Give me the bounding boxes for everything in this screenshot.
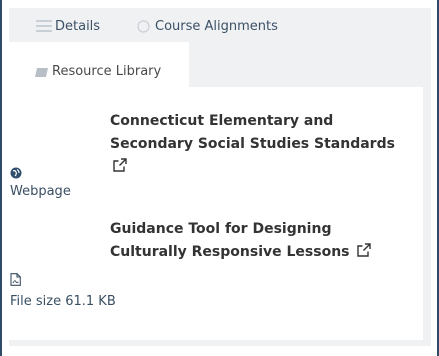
tab-resource-library-label: Resource Library: [52, 64, 162, 79]
external-link-icon: [113, 158, 127, 172]
resource-title-link[interactable]: Guidance Tool for Designing Culturally R…: [110, 218, 410, 264]
tab-course-alignments-label: Course Alignments: [155, 19, 278, 34]
book-icon: [35, 68, 48, 77]
circle-icon: [137, 20, 150, 33]
globe-icon: [10, 167, 22, 179]
external-link-icon: [357, 243, 372, 257]
list-icon: [36, 20, 52, 32]
resource-title-link[interactable]: Connecticut Elementary and Secondary Soc…: [110, 110, 410, 179]
pdf-file-icon: [10, 273, 21, 286]
tab-details-label: Details: [55, 19, 101, 34]
resource-file-size: File size 61.1 KB: [10, 294, 116, 309]
resource-type-label: Webpage: [10, 184, 71, 199]
